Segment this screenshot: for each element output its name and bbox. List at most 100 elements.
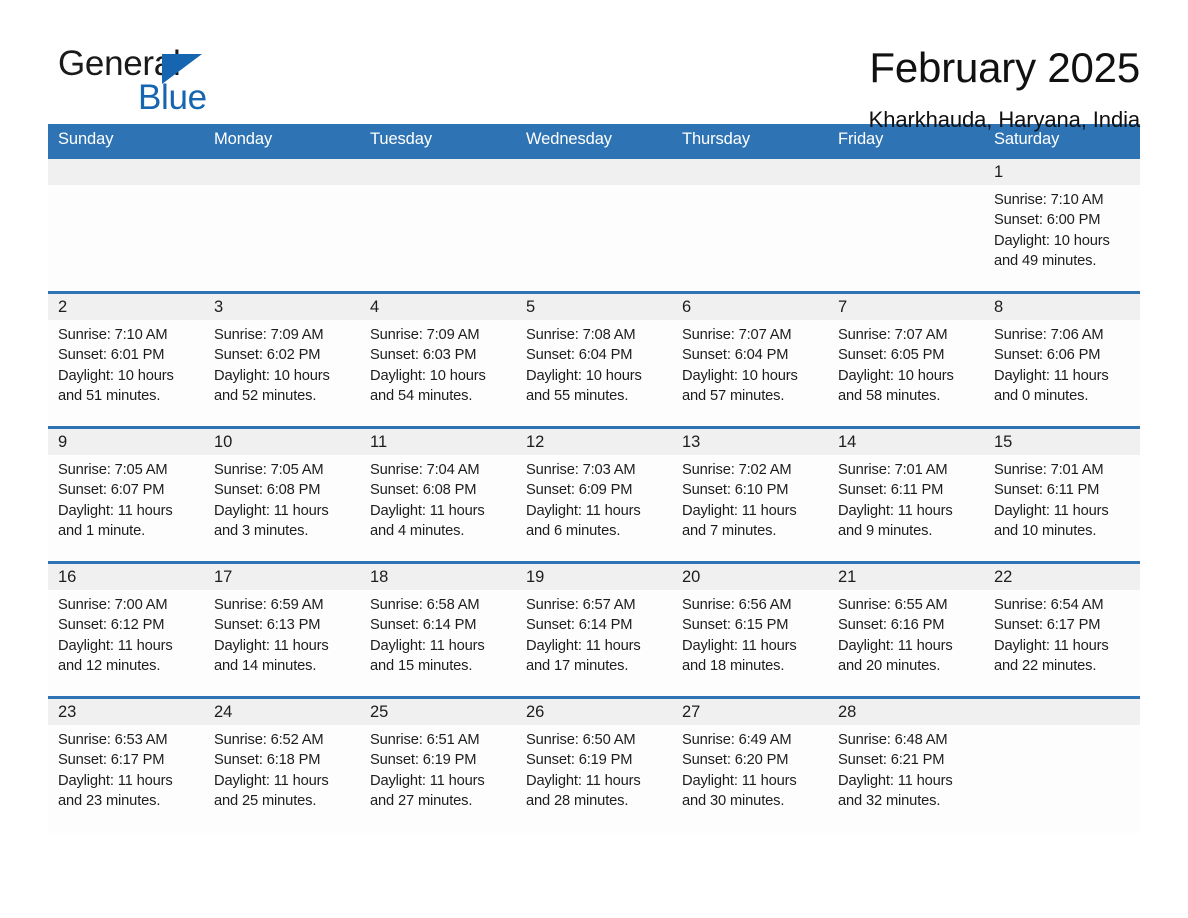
- sunset-text: Sunset: 6:15 PM: [682, 617, 789, 634]
- daylight-text: Daylight: 10 hours and 57 minutes.: [682, 367, 798, 405]
- day-number: 26: [516, 699, 672, 725]
- day-details: Sunrise: 6:59 AM Sunset: 6:13 PM Daylight:…: [204, 590, 360, 677]
- daylight-text: Daylight: 11 hours and 22 minutes.: [994, 637, 1109, 675]
- calendar-cell-day-25[interactable]: 25 Sunrise: 6:51 AM Sunset: 6:19 PM Dayligh…: [360, 696, 516, 833]
- day-number: 11: [360, 429, 516, 455]
- calendar-cell-day-22[interactable]: 22 Sunrise: 6:54 AM Sunset: 6:17 PM Dayligh…: [984, 561, 1140, 698]
- sunrise-text: Sunrise: 6:57 AM: [526, 597, 636, 613]
- sunrise-text: Sunrise: 6:52 AM: [214, 732, 324, 748]
- calendar-cell-day-23[interactable]: 23 Sunrise: 6:53 AM Sunset: 6:17 PM Dayligh…: [48, 696, 204, 833]
- generalblue-logo: General Blue: [58, 44, 318, 124]
- sunset-text: Sunset: 6:00 PM: [994, 212, 1101, 229]
- sunrise-text: Sunrise: 6:54 AM: [994, 597, 1104, 613]
- calendar-cell-day-28[interactable]: 28 Sunrise: 6:48 AM Sunset: 6:21 PM Dayligh…: [828, 696, 984, 833]
- daylight-text: Daylight: 11 hours and 17 minutes.: [526, 637, 641, 675]
- calendar-cell-day-27[interactable]: 27 Sunrise: 6:49 AM Sunset: 6:20 PM Dayligh…: [672, 696, 828, 833]
- day-details: Sunrise: 6:49 AM Sunset: 6:20 PM Daylight:…: [672, 725, 828, 812]
- sunrise-text: Sunrise: 6:51 AM: [370, 732, 480, 748]
- calendar-cell-day-3[interactable]: 3 Sunrise: 7:09 AM Sunset: 6:02 PM Daylight…: [204, 291, 360, 428]
- day-number: 12: [516, 429, 672, 455]
- day-details: Sunrise: 7:00 AM Sunset: 6:12 PM Daylight:…: [48, 590, 204, 677]
- calendar-cell-day-5[interactable]: 5 Sunrise: 7:08 AM Sunset: 6:04 PM Daylight…: [516, 291, 672, 428]
- day-details: Sunrise: 7:09 AM Sunset: 6:02 PM Daylight:…: [204, 320, 360, 407]
- day-number: [48, 159, 204, 185]
- calendar-cell-day-6[interactable]: 6 Sunrise: 7:07 AM Sunset: 6:04 PM Daylight…: [672, 291, 828, 428]
- day-number: 27: [672, 699, 828, 725]
- calendar-cell-day-13[interactable]: 13 Sunrise: 7:02 AM Sunset: 6:10 PM Dayligh…: [672, 426, 828, 563]
- sunset-text: Sunset: 6:14 PM: [526, 617, 633, 634]
- calendar-cell-day-16[interactable]: 16 Sunrise: 7:00 AM Sunset: 6:12 PM Dayligh…: [48, 561, 204, 698]
- sunrise-text: Sunrise: 7:06 AM: [994, 327, 1104, 343]
- page-header: General Blue February 2025 Kharkhauda, H…: [48, 0, 1140, 132]
- daylight-text: Daylight: 11 hours and 20 minutes.: [838, 637, 953, 675]
- day-number: 3: [204, 294, 360, 320]
- calendar-cell-day-26[interactable]: 26 Sunrise: 6:50 AM Sunset: 6:19 PM Dayligh…: [516, 696, 672, 833]
- day-number: 17: [204, 564, 360, 590]
- sunrise-text: Sunrise: 6:49 AM: [682, 732, 792, 748]
- sunrise-text: Sunrise: 7:04 AM: [370, 462, 480, 478]
- calendar-cell-day-7[interactable]: 7 Sunrise: 7:07 AM Sunset: 6:05 PM Daylight…: [828, 291, 984, 428]
- day-number: 4: [360, 294, 516, 320]
- day-details: Sunrise: 7:06 AM Sunset: 6:06 PM Daylight:…: [984, 320, 1140, 407]
- calendar-cell-day-14[interactable]: 14 Sunrise: 7:01 AM Sunset: 6:11 PM Dayligh…: [828, 426, 984, 563]
- calendar-cell-day-20[interactable]: 20 Sunrise: 6:56 AM Sunset: 6:15 PM Dayligh…: [672, 561, 828, 698]
- calendar-cell-empty: [984, 696, 1140, 833]
- day-number: 25: [360, 699, 516, 725]
- daylight-text: Daylight: 11 hours and 28 minutes.: [526, 772, 641, 810]
- sunset-text: Sunset: 6:02 PM: [214, 347, 321, 364]
- sunrise-text: Sunrise: 7:00 AM: [58, 597, 168, 613]
- calendar-week-row: 2 Sunrise: 7:10 AM Sunset: 6:01 PM Daylight…: [48, 291, 1140, 428]
- calendar-cell-day-12[interactable]: 12 Sunrise: 7:03 AM Sunset: 6:09 PM Dayligh…: [516, 426, 672, 563]
- daylight-text: Daylight: 11 hours and 27 minutes.: [370, 772, 485, 810]
- sunrise-text: Sunrise: 7:07 AM: [682, 327, 792, 343]
- day-details: Sunrise: 6:57 AM Sunset: 6:14 PM Daylight:…: [516, 590, 672, 677]
- day-number: 1: [984, 159, 1140, 185]
- sunrise-text: Sunrise: 7:02 AM: [682, 462, 792, 478]
- calendar-cell-day-4[interactable]: 4 Sunrise: 7:09 AM Sunset: 6:03 PM Daylight…: [360, 291, 516, 428]
- calendar-cell-day-15[interactable]: 15 Sunrise: 7:01 AM Sunset: 6:11 PM Dayligh…: [984, 426, 1140, 563]
- sunset-text: Sunset: 6:18 PM: [214, 752, 321, 769]
- day-details: Sunrise: 7:02 AM Sunset: 6:10 PM Daylight:…: [672, 455, 828, 542]
- calendar-cell-day-8[interactable]: 8 Sunrise: 7:06 AM Sunset: 6:06 PM Daylight…: [984, 291, 1140, 428]
- sunset-text: Sunset: 6:09 PM: [526, 482, 633, 499]
- daylight-text: Daylight: 11 hours and 18 minutes.: [682, 637, 797, 675]
- calendar-cell-day-19[interactable]: 19 Sunrise: 6:57 AM Sunset: 6:14 PM Dayligh…: [516, 561, 672, 698]
- day-number: [672, 159, 828, 185]
- calendar-cell-day-24[interactable]: 24 Sunrise: 6:52 AM Sunset: 6:18 PM Dayligh…: [204, 696, 360, 833]
- day-number: 28: [828, 699, 984, 725]
- day-details: Sunrise: 7:01 AM Sunset: 6:11 PM Daylight:…: [828, 455, 984, 542]
- day-number: 6: [672, 294, 828, 320]
- calendar-cell-day-11[interactable]: 11 Sunrise: 7:04 AM Sunset: 6:08 PM Dayligh…: [360, 426, 516, 563]
- calendar-week-row: 16 Sunrise: 7:00 AM Sunset: 6:12 PM Dayligh…: [48, 561, 1140, 698]
- sunrise-text: Sunrise: 6:56 AM: [682, 597, 792, 613]
- calendar-cell-empty: [48, 156, 204, 293]
- sunset-text: Sunset: 6:19 PM: [526, 752, 633, 769]
- daylight-text: Daylight: 11 hours and 7 minutes.: [682, 502, 797, 540]
- sunrise-text: Sunrise: 7:10 AM: [994, 192, 1104, 208]
- sunrise-text: Sunrise: 6:50 AM: [526, 732, 636, 748]
- day-details: Sunrise: 7:10 AM Sunset: 6:00 PM Daylight:…: [984, 185, 1140, 272]
- daylight-text: Daylight: 11 hours and 4 minutes.: [370, 502, 485, 540]
- calendar-week-row: 23 Sunrise: 6:53 AM Sunset: 6:17 PM Dayligh…: [48, 696, 1140, 833]
- day-details: Sunrise: 6:53 AM Sunset: 6:17 PM Daylight:…: [48, 725, 204, 812]
- sunrise-text: Sunrise: 7:08 AM: [526, 327, 636, 343]
- sunrise-text: Sunrise: 6:58 AM: [370, 597, 480, 613]
- calendar-cell-day-2[interactable]: 2 Sunrise: 7:10 AM Sunset: 6:01 PM Daylight…: [48, 291, 204, 428]
- day-number: 7: [828, 294, 984, 320]
- calendar-cell-day-18[interactable]: 18 Sunrise: 6:58 AM Sunset: 6:14 PM Dayligh…: [360, 561, 516, 698]
- sunset-text: Sunset: 6:16 PM: [838, 617, 945, 634]
- calendar-cell-day-17[interactable]: 17 Sunrise: 6:59 AM Sunset: 6:13 PM Dayligh…: [204, 561, 360, 698]
- calendar-cell-day-21[interactable]: 21 Sunrise: 6:55 AM Sunset: 6:16 PM Dayligh…: [828, 561, 984, 698]
- day-number: 20: [672, 564, 828, 590]
- calendar-week-row: 9 Sunrise: 7:05 AM Sunset: 6:07 PM Daylight…: [48, 426, 1140, 563]
- day-details: Sunrise: 7:09 AM Sunset: 6:03 PM Daylight:…: [360, 320, 516, 407]
- logo-text-blue: Blue: [138, 78, 207, 117]
- sunrise-text: Sunrise: 7:01 AM: [838, 462, 948, 478]
- sunset-text: Sunset: 6:17 PM: [994, 617, 1101, 634]
- calendar-cell-day-10[interactable]: 10 Sunrise: 7:05 AM Sunset: 6:08 PM Dayligh…: [204, 426, 360, 563]
- day-details: Sunrise: 6:50 AM Sunset: 6:19 PM Daylight:…: [516, 725, 672, 812]
- calendar-page: General Blue February 2025 Kharkhauda, H…: [0, 0, 1188, 918]
- sunrise-text: Sunrise: 7:09 AM: [214, 327, 324, 343]
- calendar-cell-day-9[interactable]: 9 Sunrise: 7:05 AM Sunset: 6:07 PM Daylight…: [48, 426, 204, 563]
- calendar-cell-day-1[interactable]: 1 Sunrise: 7:10 AM Sunset: 6:00 PM Daylight…: [984, 156, 1140, 293]
